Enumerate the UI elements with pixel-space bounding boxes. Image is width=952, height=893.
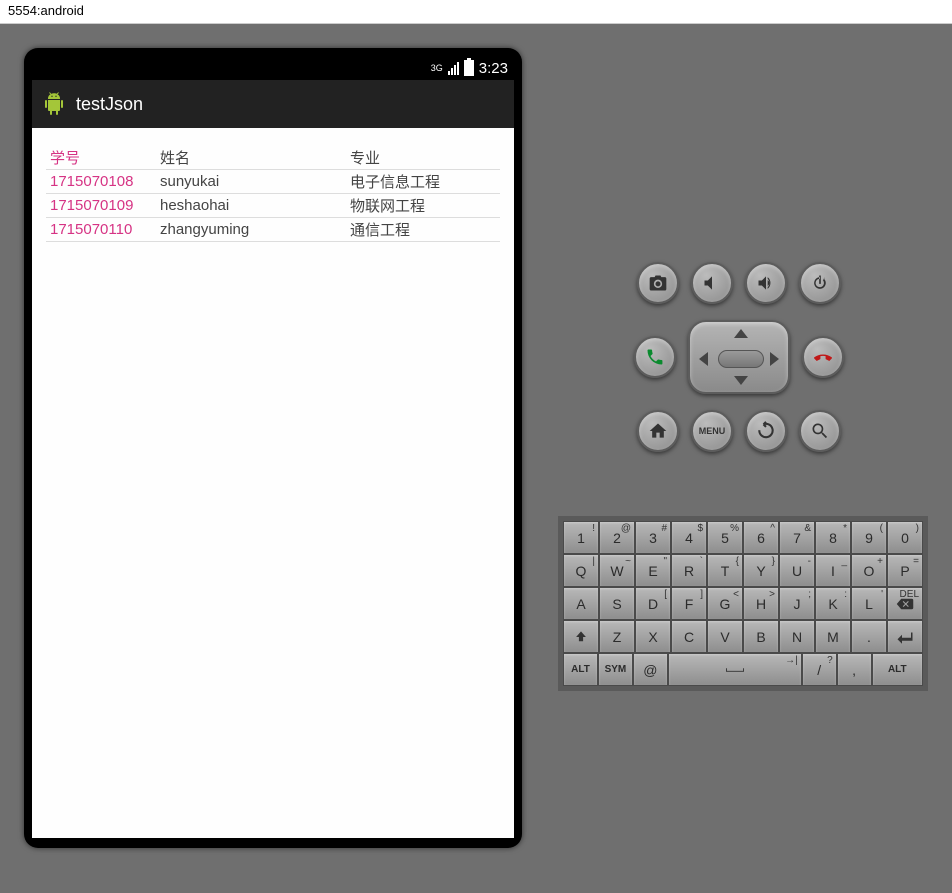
key-k[interactable]: K: bbox=[815, 587, 851, 620]
key-h[interactable]: H> bbox=[743, 587, 779, 620]
key-s[interactable]: S bbox=[599, 587, 635, 620]
key-p[interactable]: P= bbox=[887, 554, 923, 587]
key-z[interactable]: Z bbox=[599, 620, 635, 653]
key-comma[interactable]: , bbox=[837, 653, 872, 686]
header-major: 专业 bbox=[346, 146, 500, 170]
emulator-body: 3G 3:23 testJson 学号 姓名 专业 1715070108suny… bbox=[0, 24, 952, 893]
key-7[interactable]: 7& bbox=[779, 521, 815, 554]
cell-id: 1715070110 bbox=[46, 218, 156, 242]
key-at[interactable]: @ bbox=[633, 653, 668, 686]
header-id: 学号 bbox=[46, 146, 156, 170]
cell-name: sunyukai bbox=[156, 170, 346, 194]
key-m[interactable]: M bbox=[815, 620, 851, 653]
key-t[interactable]: T{ bbox=[707, 554, 743, 587]
cell-name: heshaohai bbox=[156, 194, 346, 218]
key-6[interactable]: 6^ bbox=[743, 521, 779, 554]
key-b[interactable]: B bbox=[743, 620, 779, 653]
key-delete[interactable]: DEL bbox=[887, 587, 923, 620]
dpad bbox=[688, 320, 790, 394]
cell-major: 物联网工程 bbox=[346, 194, 500, 218]
key-i[interactable]: I_ bbox=[815, 554, 851, 587]
key-alt-right[interactable]: ALT bbox=[872, 653, 923, 686]
key-l[interactable]: L' bbox=[851, 587, 887, 620]
cell-name: zhangyuming bbox=[156, 218, 346, 242]
app-content: 学号 姓名 专业 1715070108sunyukai电子信息工程1715070… bbox=[32, 128, 514, 838]
signal-icon bbox=[448, 61, 459, 75]
power-button[interactable] bbox=[799, 262, 841, 304]
dpad-up[interactable] bbox=[734, 329, 748, 338]
volume-down-button[interactable] bbox=[691, 262, 733, 304]
cell-major: 电子信息工程 bbox=[346, 170, 500, 194]
key-2[interactable]: 2@ bbox=[599, 521, 635, 554]
key-n[interactable]: N bbox=[779, 620, 815, 653]
call-button[interactable] bbox=[634, 336, 676, 378]
network-indicator: 3G bbox=[431, 64, 443, 73]
cell-id: 1715070109 bbox=[46, 194, 156, 218]
key-4[interactable]: 4$ bbox=[671, 521, 707, 554]
key-slash[interactable]: /? bbox=[802, 653, 837, 686]
key-5[interactable]: 5% bbox=[707, 521, 743, 554]
key-space[interactable]: →| bbox=[668, 653, 802, 686]
key-0[interactable]: 0) bbox=[887, 521, 923, 554]
key-enter[interactable] bbox=[887, 620, 923, 653]
key-c[interactable]: C bbox=[671, 620, 707, 653]
hangup-button[interactable] bbox=[802, 336, 844, 378]
device-frame: 3G 3:23 testJson 学号 姓名 专业 1715070108suny… bbox=[24, 48, 522, 848]
back-button[interactable] bbox=[745, 410, 787, 452]
table-row[interactable]: 1715070109heshaohai物联网工程 bbox=[46, 194, 500, 218]
key-u[interactable]: U- bbox=[779, 554, 815, 587]
key-.[interactable]: . bbox=[851, 620, 887, 653]
key-q[interactable]: Q| bbox=[563, 554, 599, 587]
key-8[interactable]: 8* bbox=[815, 521, 851, 554]
key-r[interactable]: R` bbox=[671, 554, 707, 587]
key-w[interactable]: W~ bbox=[599, 554, 635, 587]
key-sym[interactable]: SYM bbox=[598, 653, 633, 686]
key-f[interactable]: F] bbox=[671, 587, 707, 620]
key-j[interactable]: J; bbox=[779, 587, 815, 620]
table-row[interactable]: 1715070108sunyukai电子信息工程 bbox=[46, 170, 500, 194]
key-3[interactable]: 3# bbox=[635, 521, 671, 554]
action-bar: testJson bbox=[32, 80, 514, 128]
key-9[interactable]: 9( bbox=[851, 521, 887, 554]
key-e[interactable]: E" bbox=[635, 554, 671, 587]
cell-major: 通信工程 bbox=[346, 218, 500, 242]
key-shift[interactable] bbox=[563, 620, 599, 653]
battery-icon bbox=[464, 60, 474, 76]
key-x[interactable]: X bbox=[635, 620, 671, 653]
dpad-right[interactable] bbox=[770, 352, 779, 366]
app-icon bbox=[42, 92, 66, 116]
menu-button[interactable]: MENU bbox=[691, 410, 733, 452]
key-v[interactable]: V bbox=[707, 620, 743, 653]
dpad-center[interactable] bbox=[718, 350, 764, 368]
search-button[interactable] bbox=[799, 410, 841, 452]
emulator-keyboard: 1!2@3#4$5%6^7&8*9(0) Q|W~E"R`T{Y}U-I_O+P… bbox=[558, 516, 928, 691]
key-y[interactable]: Y} bbox=[743, 554, 779, 587]
app-title: testJson bbox=[76, 94, 143, 115]
key-1[interactable]: 1! bbox=[563, 521, 599, 554]
header-name: 姓名 bbox=[156, 146, 346, 170]
cell-id: 1715070108 bbox=[46, 170, 156, 194]
status-bar: 3G 3:23 bbox=[32, 56, 514, 80]
hardware-controls: MENU bbox=[624, 262, 854, 468]
key-g[interactable]: G< bbox=[707, 587, 743, 620]
key-a[interactable]: A bbox=[563, 587, 599, 620]
table-row[interactable]: 1715070110zhangyuming通信工程 bbox=[46, 218, 500, 242]
key-o[interactable]: O+ bbox=[851, 554, 887, 587]
camera-button[interactable] bbox=[637, 262, 679, 304]
key-d[interactable]: D[ bbox=[635, 587, 671, 620]
volume-up-button[interactable] bbox=[745, 262, 787, 304]
home-button[interactable] bbox=[637, 410, 679, 452]
table-header-row: 学号 姓名 专业 bbox=[46, 146, 500, 170]
key-alt-left[interactable]: ALT bbox=[563, 653, 598, 686]
dpad-down[interactable] bbox=[734, 376, 748, 385]
student-table: 学号 姓名 专业 1715070108sunyukai电子信息工程1715070… bbox=[46, 146, 500, 242]
window-title: 5554:android bbox=[0, 0, 952, 24]
clock: 3:23 bbox=[479, 60, 508, 77]
dpad-left[interactable] bbox=[699, 352, 708, 366]
